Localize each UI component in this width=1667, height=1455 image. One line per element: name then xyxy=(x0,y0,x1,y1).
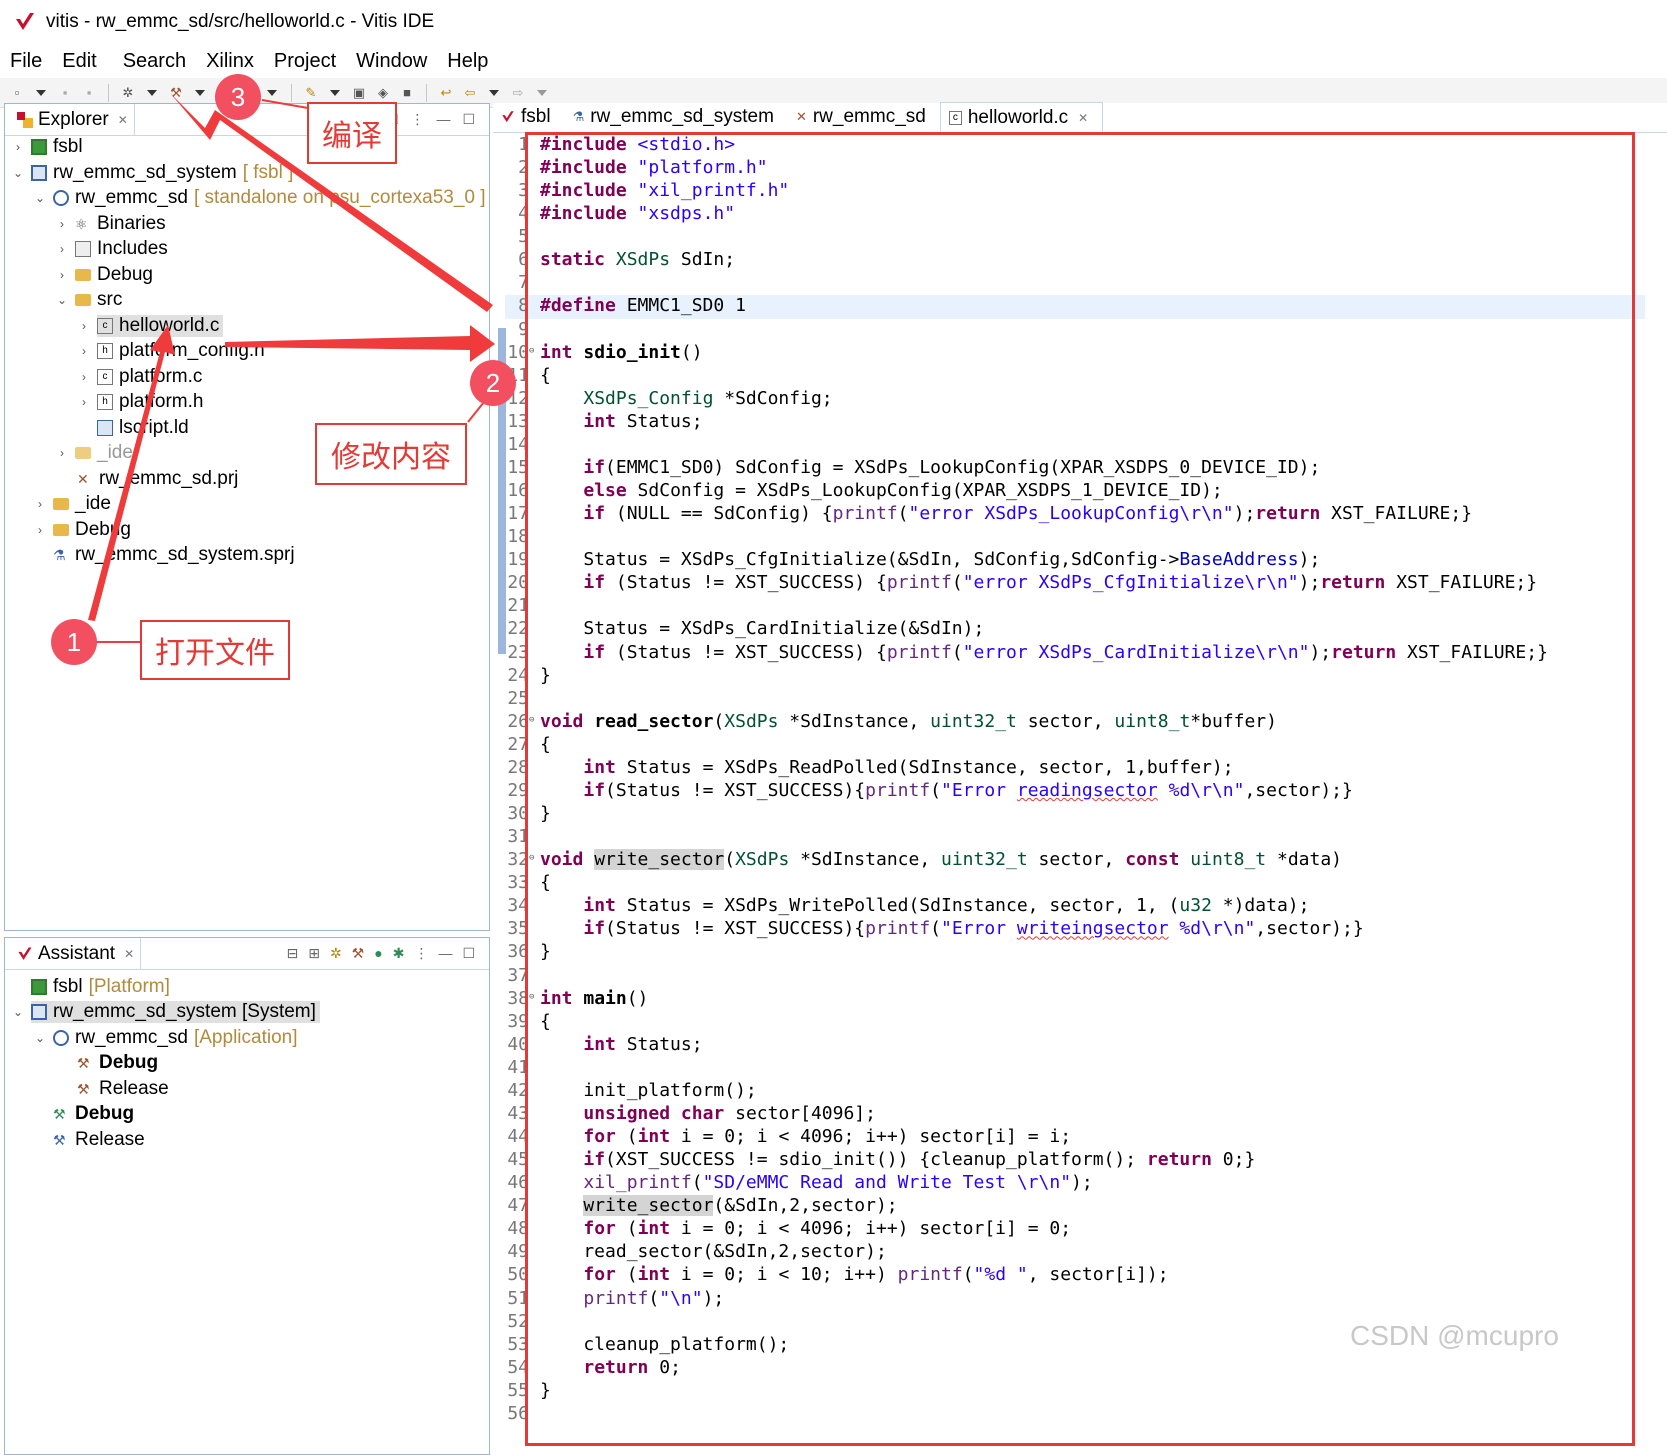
watermark: CSDN @mcupro xyxy=(1350,1320,1559,1351)
editor-highlight-box xyxy=(525,132,1635,1446)
step2-label: 修改内容 xyxy=(315,423,467,485)
arrow-step1 xyxy=(88,325,175,621)
vitis-ide-window: vitis - rw_emmc_sd/src/helloworld.c - Vi… xyxy=(0,0,1667,1455)
step1-badge: 1 xyxy=(51,619,97,665)
step3-label: 编译 xyxy=(307,102,397,164)
step3-badge: 3 xyxy=(215,74,261,120)
step2-badge: 2 xyxy=(470,360,516,406)
step1-label: 打开文件 xyxy=(140,620,290,680)
arrow-step2 xyxy=(225,325,495,362)
